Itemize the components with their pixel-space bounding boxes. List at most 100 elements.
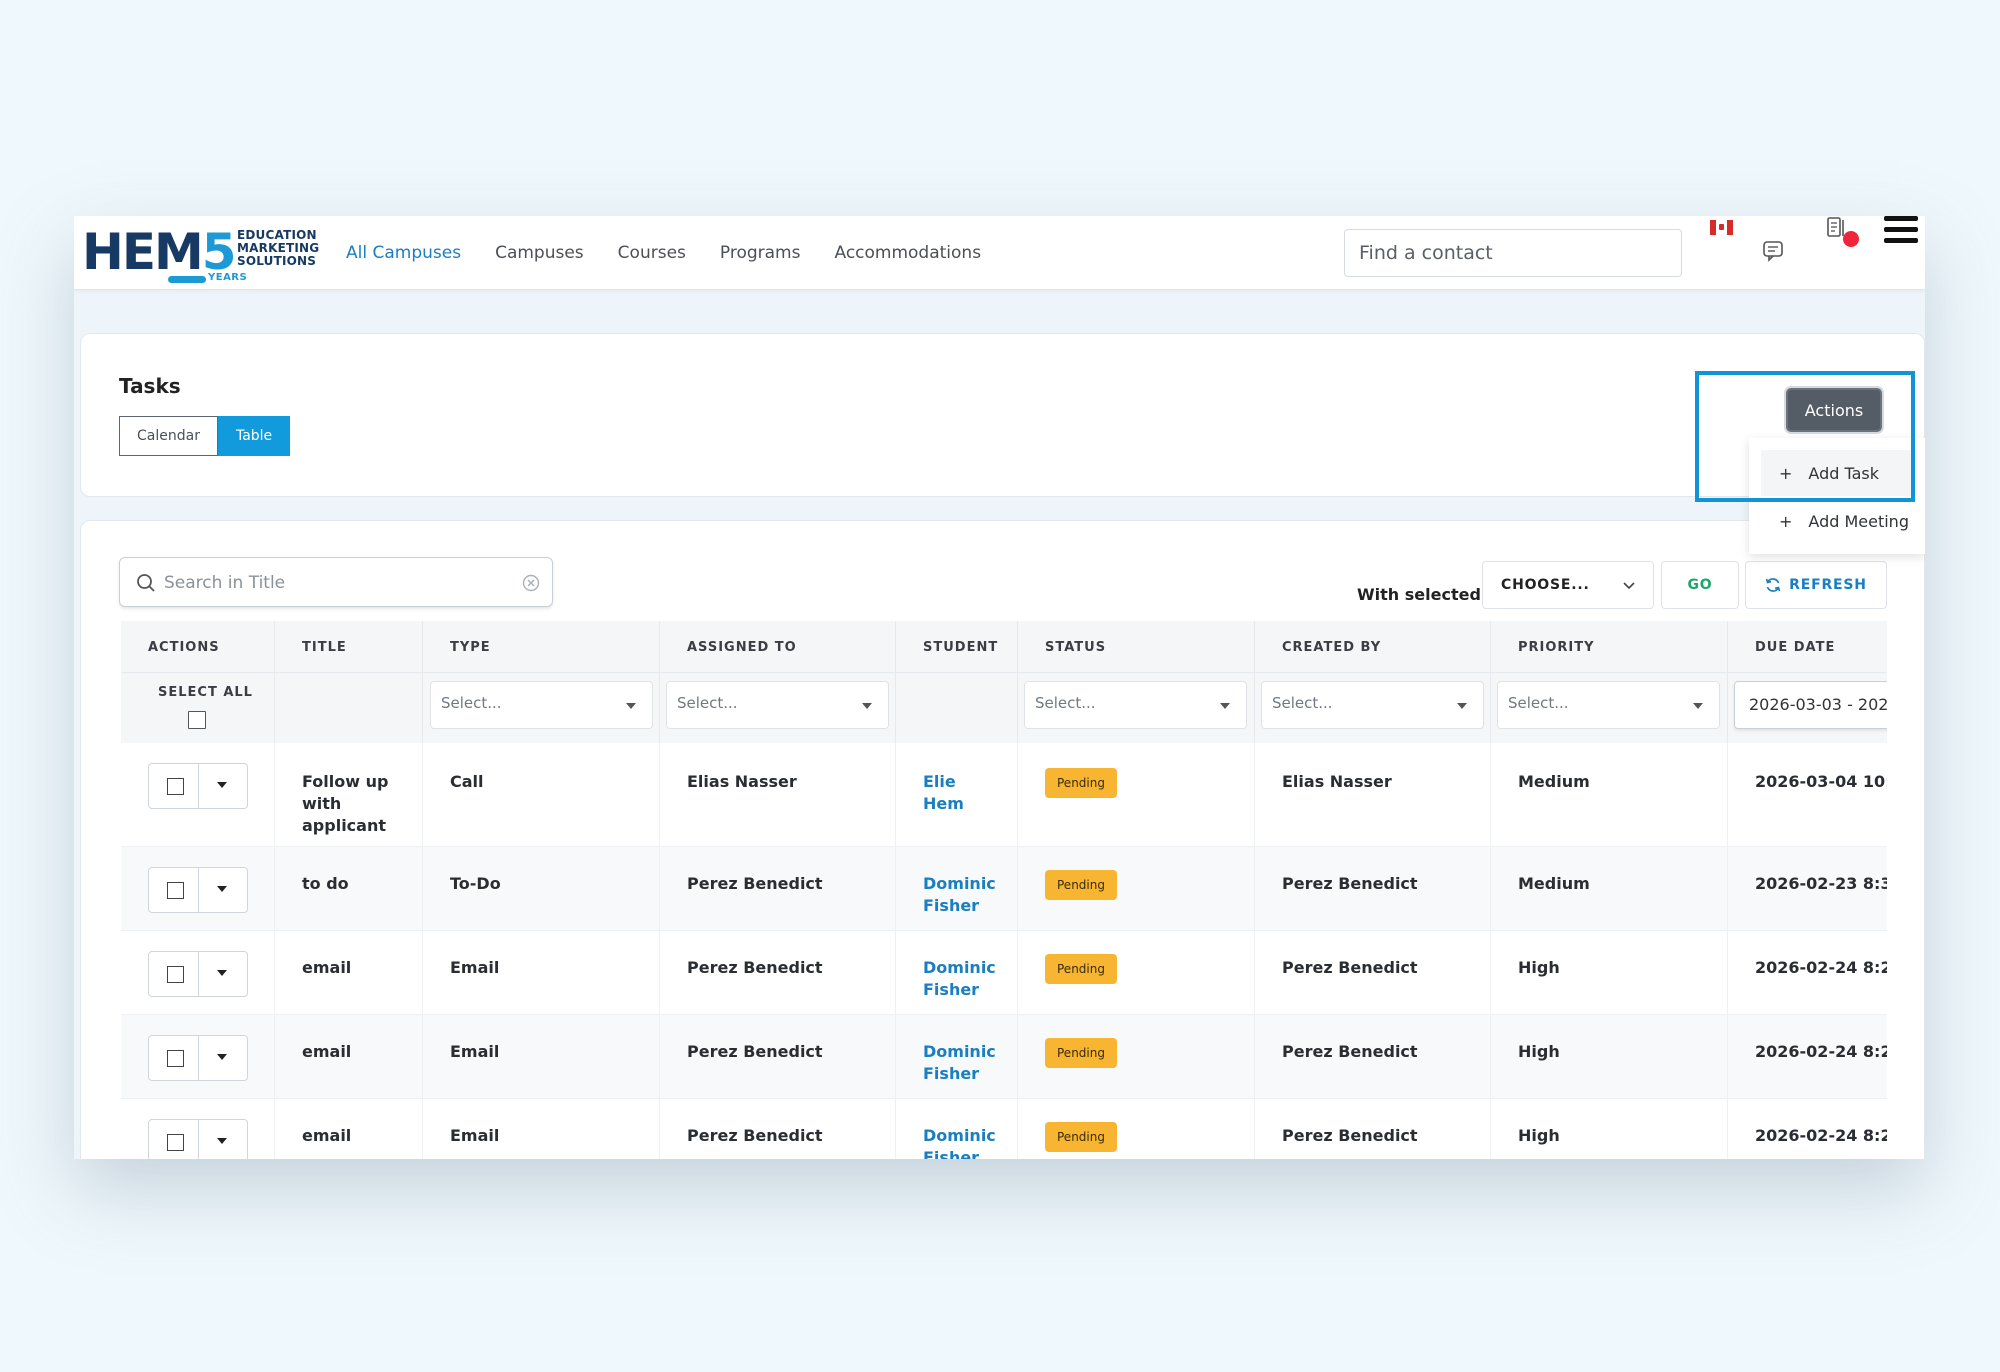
nav-all-campuses[interactable]: All Campuses bbox=[346, 243, 461, 263]
add-task-menu-item[interactable]: + Add Task bbox=[1761, 450, 1911, 496]
row-action-group bbox=[148, 1035, 248, 1081]
title-search-box[interactable] bbox=[119, 557, 553, 607]
row-actions-cell bbox=[121, 1099, 275, 1159]
select-all-cell: SELECT ALL bbox=[121, 673, 275, 743]
status-badge: Pending bbox=[1045, 768, 1117, 798]
assigned-to-filter-select[interactable]: Select... bbox=[666, 681, 889, 729]
cell-due-date: 2026-02-24 8:25 bbox=[1755, 1042, 1887, 1061]
status-badge: Pending bbox=[1045, 1122, 1117, 1152]
column-header-status[interactable]: STATUS bbox=[1018, 621, 1255, 673]
actions-button[interactable]: Actions bbox=[1786, 388, 1882, 432]
select-all-checkbox[interactable] bbox=[188, 711, 206, 729]
cell-title: email bbox=[275, 931, 423, 1014]
type-filter-select[interactable]: Select... bbox=[430, 681, 653, 729]
student-link[interactable]: Elie Hem bbox=[923, 771, 993, 815]
table-row: to do To-Do Perez Benedict Dominic Fishe… bbox=[121, 847, 1887, 931]
nav-courses[interactable]: Courses bbox=[618, 243, 686, 263]
row-actions-cell bbox=[121, 847, 275, 930]
column-header-type[interactable]: TYPE bbox=[423, 621, 660, 673]
actions-dropdown-menu: + Add Task + Add Meeting bbox=[1749, 438, 1925, 554]
priority-filter-select[interactable]: Select... bbox=[1497, 681, 1720, 729]
row-actions-cell bbox=[121, 931, 275, 1014]
created-by-filter-cell: Select... bbox=[1255, 673, 1491, 743]
cell-assigned-to: Elias Nasser bbox=[660, 743, 896, 846]
hem5-logo[interactable]: HEM5 EDUCATION MARKETING SOLUTIONS YEARS bbox=[82, 222, 322, 284]
hamburger-menu-icon[interactable] bbox=[1884, 216, 1918, 246]
column-header-due-date[interactable]: DUE DATE bbox=[1728, 621, 1887, 673]
column-header-priority[interactable]: PRIORITY bbox=[1491, 621, 1728, 673]
row-checkbox[interactable] bbox=[167, 1050, 184, 1067]
refresh-button[interactable]: REFRESH bbox=[1745, 561, 1887, 609]
row-checkbox[interactable] bbox=[167, 1134, 184, 1151]
status-badge: Pending bbox=[1045, 870, 1117, 900]
table-row: Follow up with applicant Call Elias Nass… bbox=[121, 743, 1887, 847]
cell-created-by: Elias Nasser bbox=[1255, 743, 1491, 846]
caret-down-icon bbox=[1693, 703, 1703, 709]
student-link[interactable]: Dominic Fisher bbox=[923, 1041, 996, 1085]
cell-title: Follow up with applicant bbox=[275, 743, 423, 846]
table-view-button[interactable]: Table bbox=[217, 416, 291, 456]
canada-flag-icon[interactable] bbox=[1710, 220, 1733, 235]
app-window: HEM5 EDUCATION MARKETING SOLUTIONS YEARS… bbox=[74, 216, 1925, 1159]
cell-student: Dominic Fisher bbox=[896, 847, 1018, 930]
cell-due-date: 2026-02-24 8:25 bbox=[1755, 958, 1887, 977]
cell-assigned-to: Perez Benedict bbox=[660, 1099, 896, 1159]
cell-assigned-to: Perez Benedict bbox=[660, 847, 896, 930]
row-menu-toggle[interactable] bbox=[199, 868, 247, 912]
with-selected-label: With selected: bbox=[1357, 585, 1488, 604]
row-menu-toggle[interactable] bbox=[199, 764, 247, 808]
status-filter-select[interactable]: Select... bbox=[1024, 681, 1247, 729]
student-link[interactable]: Dominic Fisher bbox=[923, 873, 996, 917]
cell-priority: Medium bbox=[1491, 743, 1728, 846]
student-link[interactable]: Dominic Fisher bbox=[923, 957, 996, 1001]
cell-status: Pending bbox=[1018, 1099, 1255, 1159]
calendar-view-button[interactable]: Calendar bbox=[119, 416, 218, 456]
caret-down-icon bbox=[217, 782, 227, 788]
logo-years: YEARS bbox=[208, 272, 248, 283]
title-search-input[interactable] bbox=[164, 568, 494, 598]
nav-accommodations[interactable]: Accommodations bbox=[834, 243, 981, 263]
refresh-label: REFRESH bbox=[1789, 577, 1867, 593]
chevron-down-icon bbox=[1623, 582, 1635, 590]
row-checkbox[interactable] bbox=[167, 966, 184, 983]
go-button[interactable]: GO bbox=[1661, 561, 1739, 609]
column-header-actions: ACTIONS bbox=[121, 621, 275, 673]
column-header-assigned-to[interactable]: ASSIGNED TO bbox=[660, 621, 896, 673]
caret-down-icon bbox=[217, 970, 227, 976]
cell-status: Pending bbox=[1018, 1015, 1255, 1098]
chat-icon[interactable] bbox=[1762, 240, 1784, 262]
column-header-created-by[interactable]: CREATED BY bbox=[1255, 621, 1491, 673]
student-link[interactable]: Dominic Fisher bbox=[923, 1125, 996, 1159]
plus-icon: + bbox=[1779, 463, 1793, 483]
cell-student: Elie Hem bbox=[896, 743, 1018, 846]
row-checkbox[interactable] bbox=[167, 778, 184, 795]
view-toggle: Calendar Table bbox=[119, 416, 291, 456]
main-nav: All Campuses Campuses Courses Programs A… bbox=[346, 216, 1015, 290]
find-contact-input[interactable] bbox=[1344, 229, 1682, 277]
cell-status: Pending bbox=[1018, 847, 1255, 930]
add-meeting-menu-item[interactable]: + Add Meeting bbox=[1749, 498, 1925, 544]
clear-search-icon[interactable] bbox=[522, 574, 540, 592]
row-checkbox[interactable] bbox=[167, 882, 184, 899]
column-header-title[interactable]: TITLE bbox=[275, 621, 423, 673]
bulk-action-select[interactable]: CHOOSE... bbox=[1482, 561, 1654, 609]
logo-years-bar bbox=[168, 276, 206, 283]
cell-due-date: 2026-02-24 8:25 bbox=[1755, 1126, 1887, 1145]
row-menu-toggle[interactable] bbox=[199, 1036, 247, 1080]
top-navigation-bar: HEM5 EDUCATION MARKETING SOLUTIONS YEARS… bbox=[74, 216, 1925, 290]
row-menu-toggle[interactable] bbox=[199, 952, 247, 996]
nav-campuses[interactable]: Campuses bbox=[495, 243, 584, 263]
caret-down-icon bbox=[217, 1054, 227, 1060]
nav-programs[interactable]: Programs bbox=[720, 243, 801, 263]
table-row: email Email Perez Benedict Dominic Fishe… bbox=[121, 931, 1887, 1015]
due-date-range-input[interactable]: 2026-03-03 - 2026-03-04 bbox=[1734, 681, 1887, 729]
cell-title: email bbox=[275, 1015, 423, 1098]
row-action-group bbox=[148, 867, 248, 913]
page-title: Tasks bbox=[119, 374, 181, 398]
created-by-filter-select[interactable]: Select... bbox=[1261, 681, 1484, 729]
column-header-student[interactable]: STUDENT bbox=[896, 621, 1018, 673]
row-action-group bbox=[148, 1119, 248, 1159]
type-filter-cell: Select... bbox=[423, 673, 660, 743]
row-menu-toggle[interactable] bbox=[199, 1120, 247, 1159]
logo-tagline: EDUCATION MARKETING SOLUTIONS bbox=[237, 228, 320, 268]
